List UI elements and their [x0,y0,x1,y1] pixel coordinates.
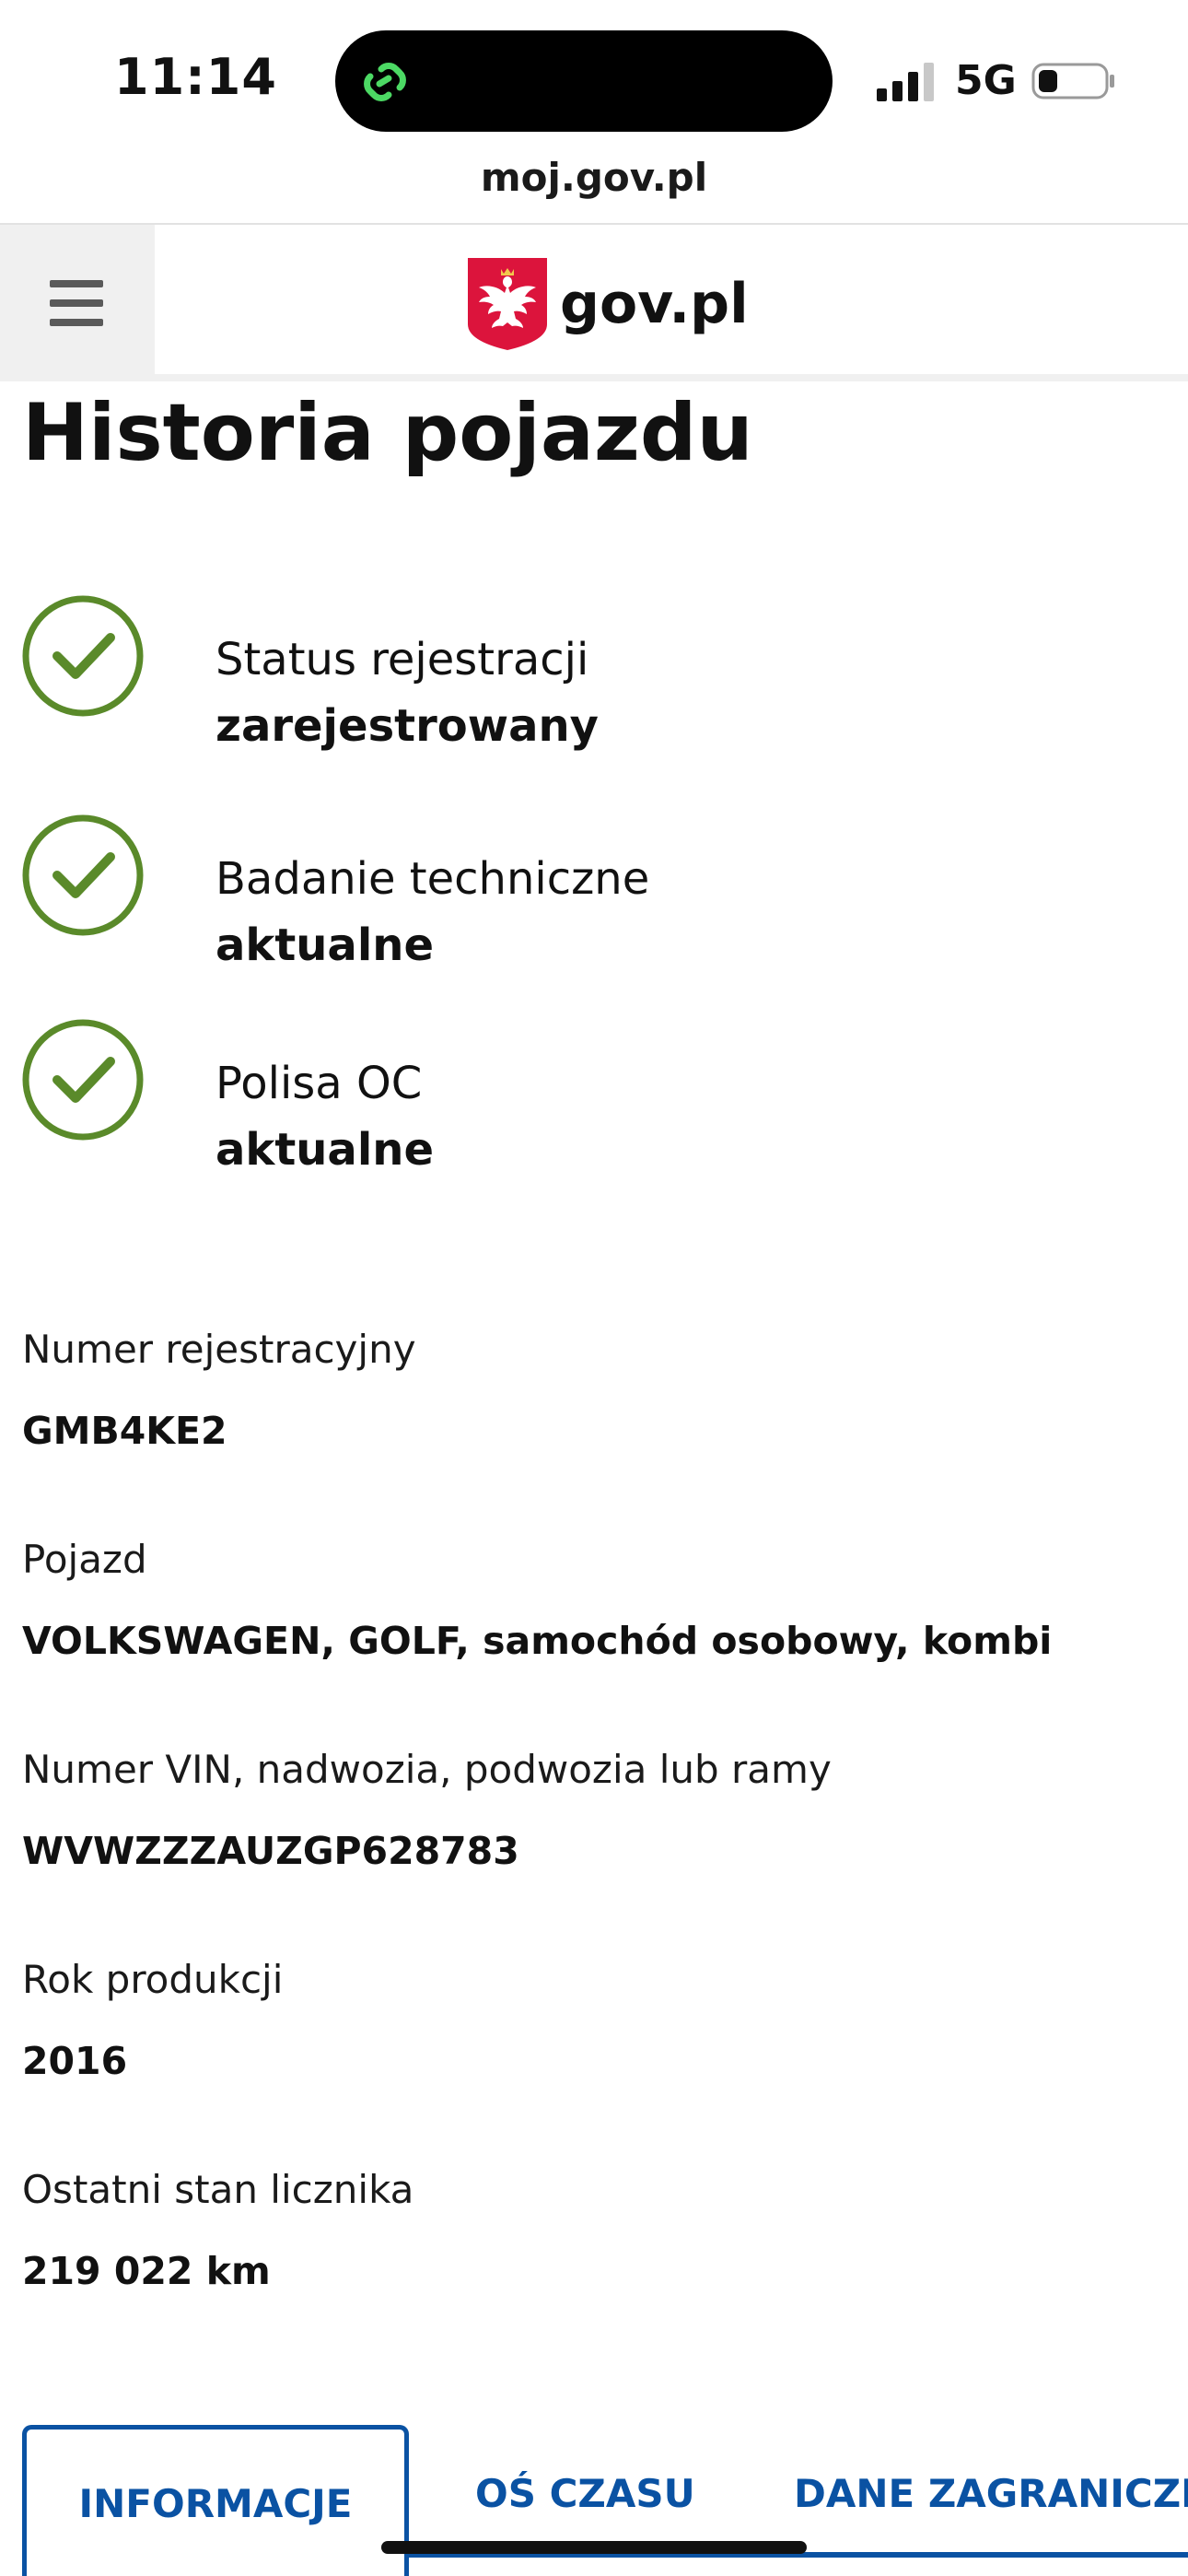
status-value: aktualne [215,919,434,971]
status-label: Status rejestracji [215,634,589,685]
check-circle-icon [22,595,144,717]
detail-label: Rok produkcji [22,1957,284,2002]
status-bar: 11:14 5G [0,0,1188,157]
check-circle-icon [22,1019,144,1141]
tab-informacje[interactable]: INFORMACJE [22,2425,409,2576]
polish-eagle-emblem-icon [468,258,547,350]
logo-text: gov.pl [560,272,749,336]
status-time: 11:14 [114,48,277,106]
detail-label: Numer rejestracyjny [22,1327,416,1372]
detail-value: 2016 [22,2039,128,2083]
detail-label: Ostatni stan licznika [22,2167,414,2212]
detail-value: 219 022 km [22,2249,271,2293]
status-label: Badanie techniczne [215,853,650,905]
status-item-registration: Status rejestracji zarejestrowany [22,595,1127,752]
battery-icon [1031,63,1114,100]
link-app-icon [364,63,406,101]
site-header: gov.pl [0,225,1188,381]
tab-dane-zagraniczne[interactable]: DANE ZAGRANICZN [794,2471,1188,2516]
network-type: 5G [955,57,1017,104]
status-value: aktualne [215,1124,434,1176]
cellular-signal-icon [877,63,934,101]
status-item-inspection: Badanie techniczne aktualne [22,814,1127,971]
page-title: Historia pojazdu [22,387,753,479]
hamburger-icon [50,280,103,287]
check-circle-icon [22,814,144,936]
tab-label: INFORMACJE [78,2481,353,2526]
detail-production-year: Rok produkcji 2016 [22,1957,1164,2083]
detail-vehicle: Pojazd VOLKSWAGEN, GOLF, samochód osobow… [22,1537,1164,1663]
home-indicator[interactable] [381,2541,807,2554]
detail-label: Numer VIN, nadwozia, podwozia lub ramy [22,1747,832,1792]
dynamic-island [335,30,833,132]
detail-label: Pojazd [22,1537,147,1582]
detail-registration-number: Numer rejestracyjny GMB4KE2 [22,1327,1164,1453]
status-item-insurance: Polisa OC aktualne [22,1019,1127,1176]
status-label: Polisa OC [215,1058,423,1109]
detail-value: WVWZZZAUZGP628783 [22,1829,519,1873]
detail-value: GMB4KE2 [22,1409,227,1453]
detail-value: VOLKSWAGEN, GOLF, samochód osobowy, komb… [22,1619,1053,1663]
gov-logo[interactable]: gov.pl [468,258,749,350]
menu-button[interactable] [0,225,155,381]
tab-os-czasu[interactable]: OŚ CZASU [475,2471,695,2516]
url-bar[interactable]: moj.gov.pl [0,155,1188,200]
detail-vin: Numer VIN, nadwozia, podwozia lub ramy W… [22,1747,1164,1873]
status-value: zarejestrowany [215,700,599,752]
detail-odometer: Ostatni stan licznika 219 022 km [22,2167,1164,2293]
